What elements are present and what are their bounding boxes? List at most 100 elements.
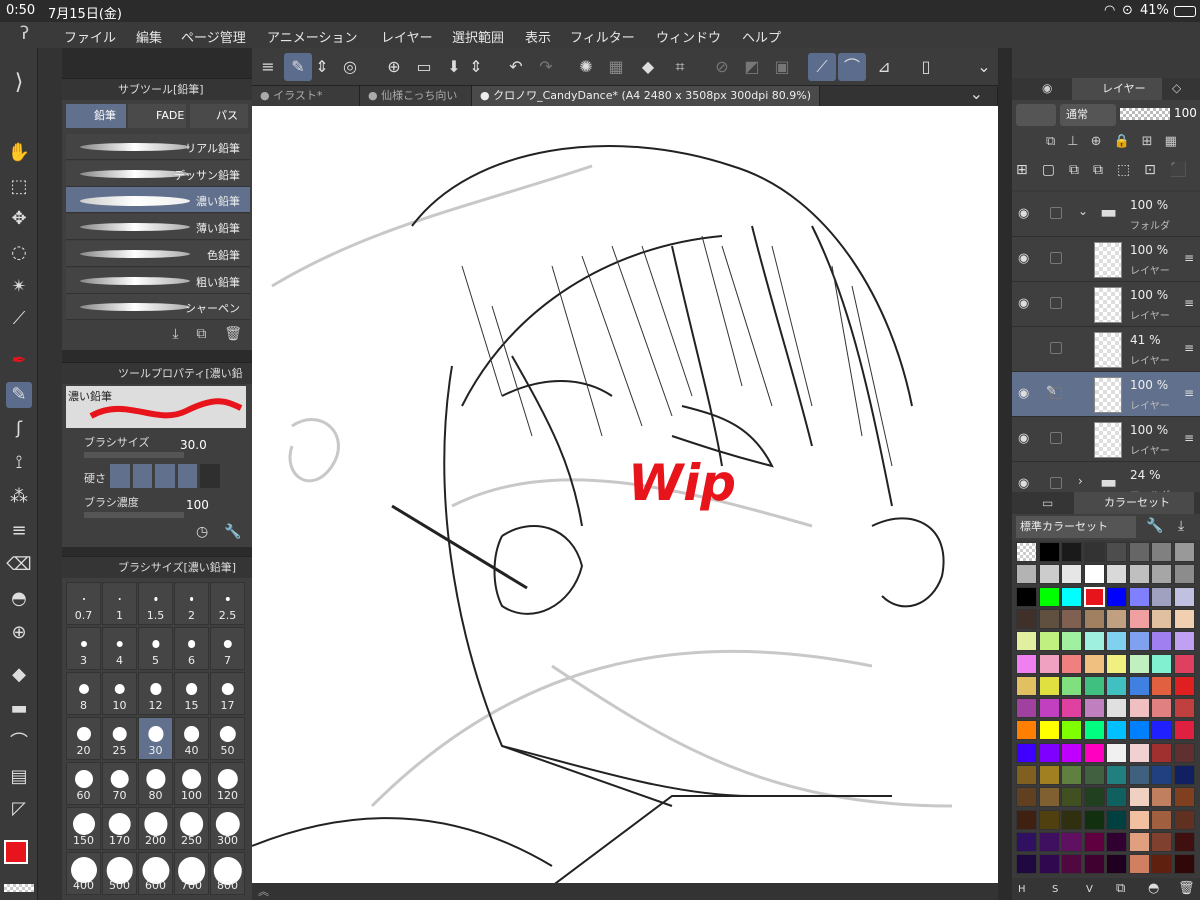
color-swatch[interactable]: [1151, 787, 1172, 808]
swap-icon[interactable]: ⧉: [1116, 881, 1125, 896]
color-swatch[interactable]: [1151, 698, 1172, 719]
color-swatch[interactable]: [1083, 564, 1105, 585]
layer-row[interactable]: ≡ 41 % レイヤー: [1012, 327, 1200, 372]
hardness-selector[interactable]: [110, 464, 220, 488]
layer-select-checkbox[interactable]: [1050, 432, 1062, 444]
transparent-swatch[interactable]: [1016, 542, 1037, 562]
hardness-step[interactable]: [200, 464, 220, 488]
color-swatch[interactable]: [1173, 542, 1195, 562]
blend-icon[interactable]: ◓: [6, 586, 32, 612]
color-swatch[interactable]: [1038, 586, 1060, 607]
invert-selection-icon[interactable]: ◩: [738, 53, 766, 81]
color-swatch[interactable]: [1173, 742, 1195, 763]
edit-mode-icon[interactable]: ✎: [284, 53, 312, 81]
brush-real-pencil[interactable]: リアル鉛筆: [66, 134, 250, 160]
color-swatch[interactable]: [1106, 631, 1127, 652]
color-swatch[interactable]: [1151, 608, 1172, 629]
ruler-tool-icon[interactable]: ◸: [6, 796, 32, 822]
brush-color-pencil[interactable]: 色鉛筆: [66, 241, 250, 267]
color-swatch[interactable]: [1128, 765, 1150, 785]
pencil-icon[interactable]: ✎: [6, 382, 32, 408]
layer-row[interactable]: ◉ ≡ 100 % レイヤー: [1012, 237, 1200, 282]
color-swatch[interactable]: [1083, 608, 1105, 629]
canvas[interactable]: Wip: [252, 106, 998, 883]
ruler-icon[interactable]: ⟋: [808, 53, 836, 81]
color-swatch[interactable]: [1151, 765, 1172, 785]
color-swatch[interactable]: [1128, 787, 1150, 808]
color-swatch[interactable]: [1016, 831, 1037, 852]
size-slider[interactable]: [84, 452, 184, 458]
hardness-step[interactable]: [155, 464, 175, 488]
layer-select-checkbox[interactable]: [1050, 477, 1062, 489]
color-swatch[interactable]: [1151, 675, 1172, 696]
color-swatch[interactable]: [1061, 675, 1082, 696]
redo-icon[interactable]: ↷: [532, 53, 560, 81]
brush-size-option[interactable]: 170: [102, 807, 137, 850]
color-swatch[interactable]: [1128, 564, 1150, 585]
brush-size-option[interactable]: 0.7: [66, 582, 101, 625]
fill-bucket-icon[interactable]: ◆: [6, 662, 32, 688]
figure-icon[interactable]: ⌒: [6, 730, 32, 756]
color-swatch[interactable]: [1173, 854, 1195, 875]
airbrush-icon[interactable]: ⟟: [6, 450, 32, 476]
brush-size-option[interactable]: 60: [66, 762, 101, 805]
property-tab-icon[interactable]: ◉: [1042, 81, 1052, 95]
color-swatch[interactable]: [1083, 586, 1105, 607]
opacity-value[interactable]: 100: [1174, 106, 1197, 120]
import-icon[interactable]: ⤓: [1178, 518, 1184, 534]
new-page-icon[interactable]: ⊕: [380, 53, 408, 81]
layer-select-checkbox[interactable]: [1050, 207, 1062, 219]
brush-size-option[interactable]: 700: [174, 852, 209, 895]
trash-icon[interactable]: 🗑: [224, 326, 242, 342]
color-swatch[interactable]: [1038, 720, 1060, 741]
eye-icon[interactable]: ◉: [1018, 296, 1029, 311]
color-wheel-tab-icon[interactable]: ▭: [1042, 496, 1053, 510]
main-color-swatch[interactable]: [4, 840, 28, 864]
brush-size-option[interactable]: 17: [210, 672, 245, 715]
menu-window[interactable]: ウィンドウ: [656, 27, 721, 46]
color-swatch[interactable]: [1083, 653, 1105, 674]
brush-size-option[interactable]: 150: [66, 807, 101, 850]
trash-icon[interactable]: 🗑: [1178, 881, 1195, 896]
object-select-icon[interactable]: ⬚: [6, 174, 32, 200]
color-swatch[interactable]: [1151, 720, 1172, 741]
density-slider[interactable]: [84, 512, 184, 518]
color-swatch[interactable]: [1128, 631, 1150, 652]
color-swatch[interactable]: [1173, 608, 1195, 629]
ruler-edit-icon[interactable]: ⊿: [870, 53, 898, 81]
color-swatch[interactable]: [1106, 653, 1127, 674]
eye-icon[interactable]: ◉: [1018, 476, 1029, 491]
brush-size-option[interactable]: 1: [102, 582, 137, 625]
color-swatch[interactable]: [1061, 542, 1082, 562]
chevron-right-icon[interactable]: ⟩: [6, 70, 32, 96]
color-swatch[interactable]: [1083, 809, 1105, 830]
brush-size-option[interactable]: 100: [174, 762, 209, 805]
group-pastel-tab[interactable]: パステ: [190, 104, 248, 128]
lines-icon[interactable]: ≡: [6, 518, 32, 544]
color-swatch[interactable]: [1038, 698, 1060, 719]
spiral-icon[interactable]: ◎: [336, 53, 364, 81]
fill-drop-icon[interactable]: ◓: [1148, 881, 1159, 896]
color-swatch[interactable]: [1083, 542, 1105, 562]
brush-size-option[interactable]: 15: [174, 672, 209, 715]
color-swatch[interactable]: [1038, 765, 1060, 785]
brush-sharp-pencil[interactable]: シャーペン: [66, 294, 250, 320]
color-swatch[interactable]: [1083, 854, 1105, 875]
hand-icon[interactable]: ✋: [6, 140, 32, 166]
eye-icon[interactable]: ◉: [1018, 251, 1029, 266]
color-swatch[interactable]: [1106, 698, 1127, 719]
brush-size-option[interactable]: 12: [138, 672, 173, 715]
brush-size-option[interactable]: 600: [138, 852, 173, 895]
menu-view[interactable]: 表示: [525, 27, 551, 46]
color-swatch[interactable]: [1083, 698, 1105, 719]
color-swatch[interactable]: [1128, 608, 1150, 629]
color-swatch[interactable]: [1016, 765, 1037, 785]
color-swatch[interactable]: [1173, 675, 1195, 696]
color-swatch[interactable]: [1083, 831, 1105, 852]
layer-select-checkbox[interactable]: [1050, 252, 1062, 264]
color-swatch[interactable]: [1038, 742, 1060, 763]
brush-size-option[interactable]: 2.5: [210, 582, 245, 625]
open-folder-icon[interactable]: ▭: [410, 53, 438, 81]
brush-size-option[interactable]: 250: [174, 807, 209, 850]
hamburger-icon[interactable]: ≡: [254, 53, 282, 81]
